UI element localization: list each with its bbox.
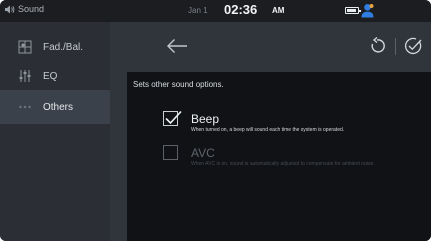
sidebar-item-others[interactable]: Others [0, 90, 110, 124]
sidebar-item-label: Others [43, 101, 74, 113]
more-dots-icon [19, 105, 31, 109]
battery-icon [345, 7, 361, 14]
infotainment-screen: Sound Jan 1 02:36 AM Fad./Bal. EQ Others… [0, 0, 431, 241]
checkmark-icon [165, 110, 182, 125]
header-divider [395, 38, 396, 55]
status-time: 02:36 [224, 2, 258, 17]
status-date: Jan 1 [188, 6, 208, 15]
speaker-icon [5, 5, 15, 13]
status-ampm: AM [272, 6, 285, 15]
sidebar-item-label: Fad./Bal. [43, 41, 84, 53]
equalizer-icon [19, 70, 31, 82]
panel-description: Sets other sound options. [133, 80, 224, 89]
beep-description: When turned on, a beep will sound each t… [191, 127, 345, 133]
beep-title: Beep [191, 112, 220, 126]
reset-icon[interactable] [368, 37, 386, 55]
arrow-left-icon[interactable] [166, 38, 188, 54]
check-circle-icon[interactable] [404, 37, 422, 55]
status-app-label: Sound [18, 4, 45, 14]
sound-options-panel: Sets other sound options. Beep When turn… [127, 72, 431, 241]
user-profile-icon[interactable] [360, 3, 375, 18]
sidebar: Fad./Bal. EQ Others [0, 22, 110, 241]
beep-checkbox[interactable] [163, 110, 182, 126]
status-app: Sound [4, 4, 44, 14]
status-bar: Sound Jan 1 02:36 AM [0, 0, 431, 22]
avc-title: AVC [191, 146, 215, 160]
sidebar-item-label: EQ [43, 70, 58, 82]
avc-description: When AVC is on, sound is automatically a… [191, 161, 375, 167]
fader-balance-icon [18, 40, 32, 54]
sidebar-item-eq[interactable]: EQ [0, 59, 110, 93]
avc-checkbox[interactable] [163, 145, 178, 160]
